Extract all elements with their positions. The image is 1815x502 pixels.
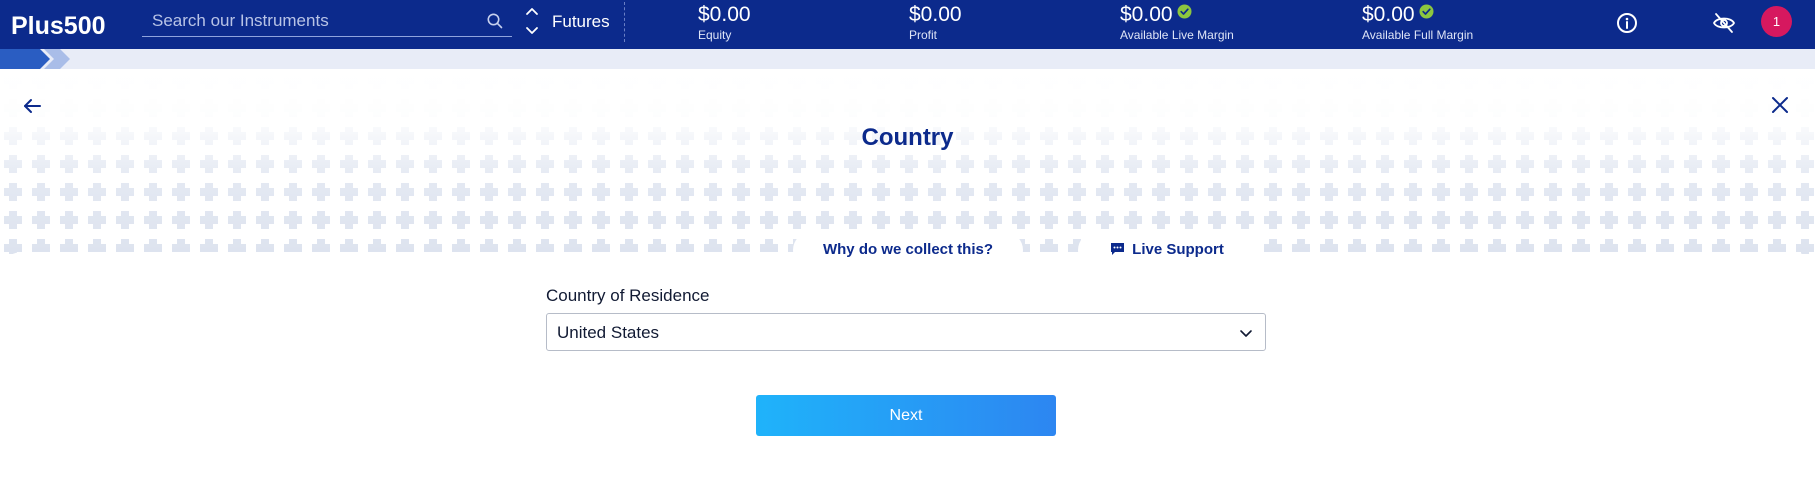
notification-badge[interactable]: 1: [1761, 6, 1792, 37]
chevron-down-icon: [1240, 330, 1252, 337]
country-select[interactable]: United States: [546, 313, 1266, 351]
logo-text: Plus500: [11, 12, 106, 40]
country-field-label: Country of Residence: [546, 286, 710, 305]
search-input[interactable]: [152, 10, 472, 32]
profit-value: $0.00: [909, 3, 962, 26]
live-margin-stat: $0.00 Available Live Margin: [1120, 2, 1234, 42]
mode-switch-arrows[interactable]: [524, 4, 540, 38]
eye-slash-icon[interactable]: [1712, 12, 1736, 34]
live-margin-label: Available Live Margin: [1120, 28, 1234, 42]
search-box: [142, 6, 512, 37]
next-button[interactable]: Next: [756, 395, 1056, 436]
progress-step-current: [0, 49, 50, 69]
divider: [624, 2, 625, 42]
profit-stat: $0.00 Profit: [909, 2, 962, 42]
plus500-logo[interactable]: Plus500: [11, 8, 135, 40]
page-title: Country: [861, 124, 954, 151]
check-circle-icon: [1419, 4, 1434, 19]
profit-label: Profit: [909, 28, 938, 42]
form-panel: [0, 252, 1815, 502]
equity-label: Equity: [698, 28, 732, 42]
arrow-left-icon[interactable]: [22, 96, 42, 116]
live-support-button[interactable]: Live Support: [1078, 232, 1256, 268]
live-support-label: Live Support: [1132, 241, 1224, 258]
equity-stat: $0.00 Equity: [698, 2, 751, 42]
country-selected-value: United States: [557, 323, 660, 342]
full-margin-value: $0.00: [1362, 3, 1415, 26]
chat-icon: [1111, 243, 1125, 255]
page-header-background: [0, 69, 1815, 254]
equity-value: $0.00: [698, 3, 751, 26]
pattern-fade: [0, 69, 1815, 254]
info-icon[interactable]: [1616, 12, 1638, 34]
live-margin-value: $0.00: [1120, 3, 1173, 26]
search-icon[interactable]: [486, 12, 504, 30]
futures-mode-label[interactable]: Futures: [552, 12, 610, 32]
close-icon[interactable]: [1771, 96, 1789, 114]
check-circle-icon: [1177, 4, 1192, 19]
chevron-down-icon: [526, 27, 538, 34]
full-margin-label: Available Full Margin: [1362, 28, 1474, 42]
full-margin-stat: $0.00 Available Full Margin: [1362, 2, 1473, 42]
top-navigation-bar: Plus500 Futures $0.00 Equity $0.00 Profi…: [0, 0, 1815, 49]
step-progress-bar: [0, 49, 1815, 69]
chevron-up-icon: [526, 8, 538, 15]
why-collect-link[interactable]: Why do we collect this?: [793, 232, 1023, 268]
